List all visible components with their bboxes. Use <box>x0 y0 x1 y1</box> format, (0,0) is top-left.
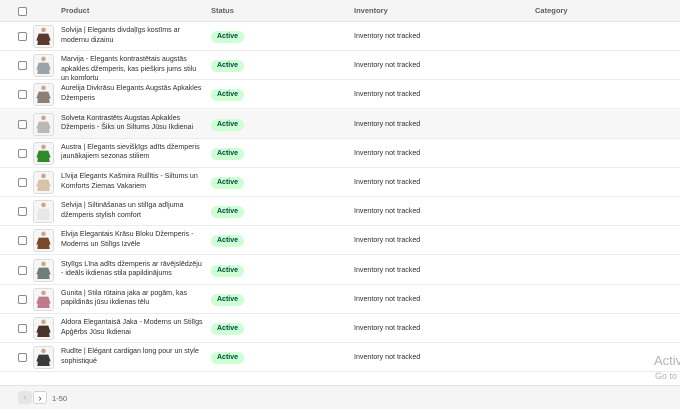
status-badge: Active <box>211 118 245 131</box>
table-row[interactable]: Marvija - Elegants kontrastētais augstās… <box>0 51 680 82</box>
row-checkbox[interactable] <box>18 353 27 363</box>
product-title-link[interactable]: Līvija Elegants Kašmira Rullītis - Siltu… <box>61 172 206 191</box>
garment-image-icon <box>34 230 53 252</box>
status-badge: Active <box>211 31 245 43</box>
garment-image-icon <box>34 172 53 193</box>
product-thumbnail[interactable] <box>33 171 54 194</box>
row-checkbox[interactable] <box>18 119 27 129</box>
header-status[interactable]: Status <box>211 6 234 15</box>
pagination-bar: ‹ › 1-50 <box>0 385 680 409</box>
select-all-checkbox[interactable] <box>18 7 27 16</box>
product-thumbnail[interactable] <box>33 229 54 253</box>
row-checkbox[interactable] <box>18 90 27 100</box>
product-thumbnail[interactable] <box>33 54 54 78</box>
table-header: Product Status Inventory Category <box>0 0 680 22</box>
inventory-status: Inventory not tracked <box>354 236 421 245</box>
table-row[interactable]: Aurelija Divkrāsu Elegants Augstās Apkak… <box>0 80 680 110</box>
products-table: Product Status Inventory Category Solvij… <box>0 0 680 409</box>
product-thumbnail[interactable] <box>33 141 54 165</box>
garment-image-icon <box>34 55 53 77</box>
garment-image-icon <box>34 318 53 339</box>
garment-image-icon <box>34 142 53 164</box>
inventory-status: Inventory not tracked <box>354 61 421 70</box>
product-title-link[interactable]: Solvija | Elegants divdaļīgs kostīms ar … <box>61 26 206 45</box>
product-title-link[interactable]: Selvija | Siltināšanas un stilīga adījum… <box>61 201 206 220</box>
previous-page-button[interactable]: ‹ <box>18 391 32 404</box>
product-thumbnail[interactable] <box>33 346 54 370</box>
garment-image-icon <box>34 201 53 223</box>
product-thumbnail[interactable] <box>33 25 54 48</box>
product-title-link[interactable]: Austra | Elegants sievišķīgs adīts džemp… <box>61 143 206 162</box>
status-badge: Active <box>211 89 245 102</box>
status-badge: Active <box>211 147 245 160</box>
inventory-status: Inventory not tracked <box>354 90 421 99</box>
header-product[interactable]: Product <box>61 6 89 15</box>
table-row[interactable]: Elvija Elegantais Krāsu Bloku Džemperis … <box>0 226 680 256</box>
status-badge: Active <box>211 293 245 306</box>
product-thumbnail[interactable] <box>33 112 54 136</box>
product-thumbnail[interactable] <box>33 258 54 282</box>
next-page-button[interactable]: › <box>33 391 47 404</box>
inventory-status: Inventory not tracked <box>354 178 421 186</box>
status-badge: Active <box>211 235 245 248</box>
garment-image-icon <box>34 288 53 310</box>
inventory-status: Inventory not tracked <box>354 353 421 362</box>
garment-image-icon <box>34 259 53 281</box>
table-row[interactable]: Solveta Kontrastēts Augstas Apkakles Dže… <box>0 109 680 139</box>
row-checkbox[interactable] <box>18 178 27 187</box>
product-title-link[interactable]: Elvija Elegantais Krāsu Bloku Džemperis … <box>61 230 206 249</box>
row-checkbox[interactable] <box>18 265 27 275</box>
product-title-link[interactable]: Stylīgs Līna adīts džemperis ar rāvējslē… <box>61 260 206 279</box>
activate-windows-subtext: Go to <box>655 371 678 381</box>
table-row[interactable]: Austra | Elegants sievišķīgs adīts džemp… <box>0 138 680 168</box>
garment-image-icon <box>34 84 53 106</box>
status-badge: Active <box>211 352 245 365</box>
row-checkbox[interactable] <box>18 294 27 304</box>
status-badge: Active <box>211 177 245 189</box>
chevron-left-icon: ‹ <box>23 392 27 402</box>
page-range: 1-50 <box>52 394 68 403</box>
status-badge: Active <box>211 206 245 219</box>
table-row[interactable]: Rudīte | Elégant cardigan long pour un s… <box>0 343 680 373</box>
header-category[interactable]: Category <box>535 6 568 15</box>
table-row[interactable]: Selvija | Siltināšanas un stilīga adījum… <box>0 197 680 227</box>
product-thumbnail[interactable] <box>33 287 54 311</box>
status-badge: Active <box>211 323 245 335</box>
chevron-right-icon: › <box>38 393 42 403</box>
inventory-status: Inventory not tracked <box>354 32 421 40</box>
header-inventory[interactable]: Inventory <box>354 6 388 15</box>
garment-image-icon <box>34 113 53 135</box>
product-title-link[interactable]: Gunita | Stila rūtaina jaka ar pogām, ka… <box>61 289 206 308</box>
row-checkbox[interactable] <box>18 61 27 71</box>
status-badge: Active <box>211 60 245 73</box>
product-thumbnail[interactable] <box>33 200 54 224</box>
activate-windows-watermark: Activ <box>654 353 680 368</box>
status-badge: Active <box>211 264 245 277</box>
table-row[interactable]: Līvija Elegants Kašmira Rullītis - Siltu… <box>0 168 680 197</box>
row-checkbox[interactable] <box>18 207 27 217</box>
product-title-link[interactable]: Aurelija Divkrāsu Elegants Augstās Apkak… <box>61 84 206 103</box>
table-row[interactable]: Gunita | Stila rūtaina jaka ar pogām, ka… <box>0 284 680 314</box>
inventory-status: Inventory not tracked <box>354 265 421 274</box>
product-title-link[interactable]: Aldora Elegantaisā Jaka - Moderns un Sti… <box>61 318 206 337</box>
inventory-status: Inventory not tracked <box>354 324 421 332</box>
product-thumbnail[interactable] <box>33 317 54 340</box>
inventory-status: Inventory not tracked <box>354 294 421 303</box>
product-title-link[interactable]: Rudīte | Elégant cardigan long pour un s… <box>61 347 206 366</box>
table-row[interactable]: Solvija | Elegants divdaļīgs kostīms ar … <box>0 22 680 51</box>
inventory-status: Inventory not tracked <box>354 148 421 157</box>
inventory-status: Inventory not tracked <box>354 207 421 216</box>
garment-image-icon <box>34 347 53 369</box>
row-checkbox[interactable] <box>18 236 27 246</box>
garment-image-icon <box>34 26 53 47</box>
product-thumbnail[interactable] <box>33 83 54 107</box>
row-checkbox[interactable] <box>18 148 27 158</box>
row-checkbox[interactable] <box>18 32 27 41</box>
row-checkbox[interactable] <box>18 324 27 333</box>
table-row[interactable]: Stylīgs Līna adīts džemperis ar rāvējslē… <box>0 255 680 285</box>
table-row[interactable]: Aldora Elegantaisā Jaka - Moderns un Sti… <box>0 314 680 343</box>
product-title-link[interactable]: Solveta Kontrastēts Augstas Apkakles Dže… <box>61 114 206 133</box>
inventory-status: Inventory not tracked <box>354 119 421 128</box>
